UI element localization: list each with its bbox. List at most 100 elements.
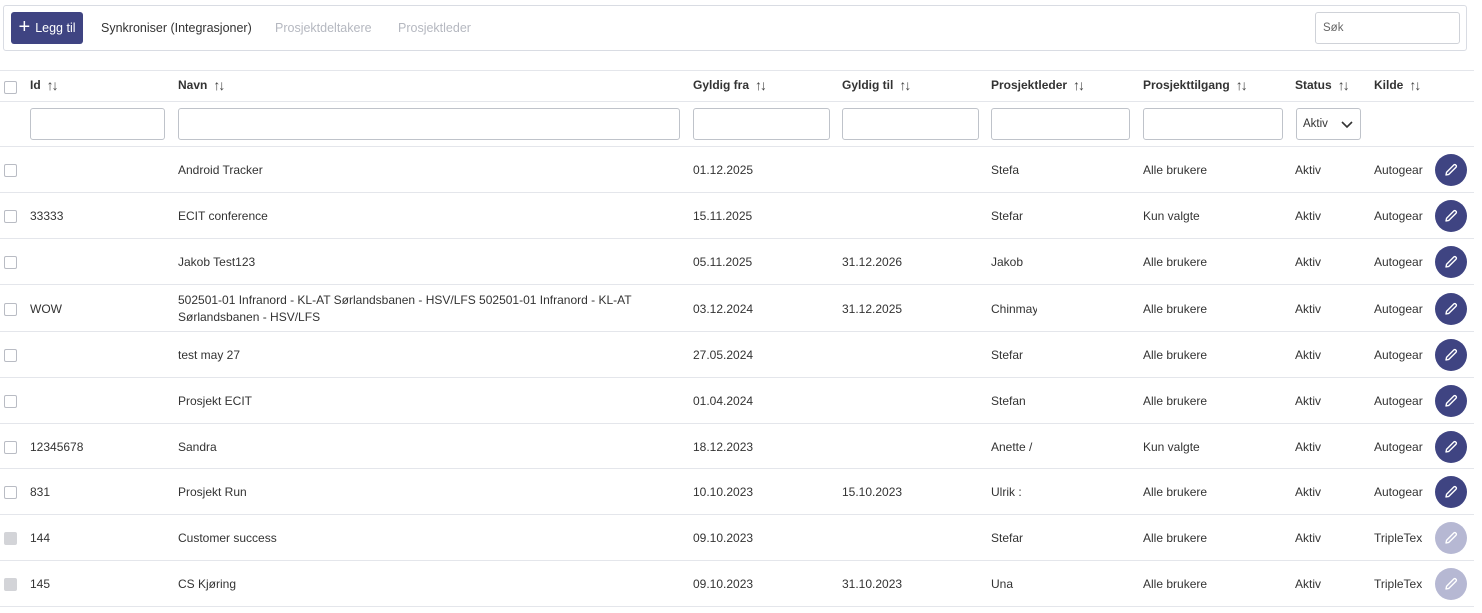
sort-icon[interactable]: ↑↓ [47,77,59,93]
column-header-label: Id [30,78,41,92]
row-checkbox[interactable] [4,532,17,545]
select-all-checkbox[interactable] [4,81,17,94]
cell-id: 12345678 [30,439,84,454]
cell-access: Alle brukere [1143,577,1208,591]
pencil-icon [1445,440,1458,453]
sort-icon[interactable]: ↑↓ [213,77,225,93]
search-input[interactable] [1315,12,1460,44]
table-row[interactable]: Android Tracker 01.12.2025 Stefa Alle bruke… [0,147,1474,193]
cell-source: Autogear [1374,394,1423,408]
pencil-icon [1445,531,1458,544]
edit-button[interactable] [1435,154,1467,186]
cell-name: Android Tracker [178,163,263,177]
edit-button[interactable] [1435,292,1467,325]
cell-valid-to: 31.12.2026 [842,255,903,269]
table-row[interactable]: test may 27 27.05.2024 Stefar Alle brukere A… [0,332,1474,378]
cell-leader: Stefar [991,209,1024,223]
cell-source: Autogear [1374,301,1423,316]
column-header-status[interactable]: Status ↑↓ [1295,77,1350,93]
row-checkbox[interactable] [4,395,17,408]
pencil-icon [1445,163,1458,176]
column-header-label: Status [1295,78,1332,92]
table-row[interactable]: Prosjekt ECIT 01.04.2024 Stefan Alle bruker… [0,378,1474,424]
column-header-leader[interactable]: Prosjektleder ↑↓ [991,77,1085,93]
filter-status-select[interactable]: Aktiv [1296,108,1361,140]
cell-access: Alle brukere [1143,531,1208,545]
table-row[interactable]: 831 Prosjekt Run 10.10.2023 15.10.2023 Ulrik… [0,469,1474,515]
cell-name: Prosjekt Run [178,485,247,499]
cell-valid-from: 01.04.2024 [693,394,754,408]
sort-icon[interactable]: ↑↓ [899,77,911,93]
cell-access: Alle brukere [1143,485,1208,499]
row-checkbox[interactable] [4,349,17,362]
row-checkbox[interactable] [4,164,17,177]
filter-leader-input[interactable] [991,108,1130,140]
filter-name-input[interactable] [178,108,680,140]
table-row[interactable]: 12345678 Sandra 18.12.2023 Anette / Kun valg… [0,424,1474,469]
filter-id-input[interactable] [30,108,165,140]
cell-name: ECIT conference [178,209,268,223]
sort-icon[interactable]: ↑↓ [755,77,767,93]
column-header-label: Kilde [1374,78,1404,92]
cell-status: Aktiv [1295,394,1322,408]
divider [0,606,1474,607]
cell-valid-from: 18.12.2023 [693,439,754,454]
edit-button[interactable] [1435,568,1467,600]
row-checkbox[interactable] [4,256,17,269]
project-leader-button[interactable]: Prosjektleder [398,21,471,35]
filter-access-input[interactable] [1143,108,1283,140]
sort-icon[interactable]: ↑↓ [1236,77,1248,93]
cell-id: WOW [30,301,62,316]
column-header-name[interactable]: Navn ↑↓ [178,77,225,93]
filter-valid-to-input[interactable] [842,108,979,140]
column-header-access[interactable]: Prosjekttilgang ↑↓ [1143,77,1248,93]
cell-valid-from: 01.12.2025 [693,163,754,177]
add-button[interactable]: + Legg til [11,12,83,44]
cell-valid-from: 27.05.2024 [693,348,754,362]
column-header-label: Gyldig fra [693,78,750,92]
table-row[interactable]: 144 Customer success 09.10.2023 Stefar Alle … [0,515,1474,561]
table-row[interactable]: Jakob Test123 05.11.2025 31.12.2026 Jakob Al… [0,239,1474,285]
filter-valid-from-input[interactable] [693,108,830,140]
divider [0,70,1474,71]
row-checkbox[interactable] [4,210,17,223]
table-row[interactable]: 145 CS Kjøring 09.10.2023 31.10.2023 Una Alle… [0,561,1474,607]
cell-valid-from: 15.11.2025 [693,209,753,223]
row-checkbox[interactable] [4,302,17,316]
table-row[interactable]: 33333 ECIT conference 15.11.2025 Stefar Kun … [0,193,1474,239]
edit-button[interactable] [1435,200,1467,232]
cell-leader: Chinmay [991,301,1037,316]
cell-name: test may 27 [178,348,241,362]
row-checkbox[interactable] [4,578,17,591]
edit-button[interactable] [1435,430,1467,463]
column-header-valid-from[interactable]: Gyldig fra ↑↓ [693,77,767,93]
cell-valid-from: 09.10.2023 [693,531,754,545]
sort-icon[interactable]: ↑↓ [1073,77,1085,93]
cell-source: Autogear [1374,439,1423,454]
sync-integrations-button[interactable]: Synkroniser (Integrasjoner) [101,21,252,35]
column-header-id[interactable]: Id ↑↓ [30,77,59,93]
edit-button[interactable] [1435,522,1467,554]
cell-valid-from: 03.12.2024 [693,301,754,316]
project-participants-button[interactable]: Prosjektdeltakere [275,21,372,35]
cell-leader: Stefan [991,394,1026,408]
cell-leader: Stefar [991,348,1024,362]
cell-status: Aktiv [1295,348,1322,362]
edit-button[interactable] [1435,476,1467,508]
divider [0,101,1474,102]
column-header-label: Prosjekttilgang [1143,78,1230,92]
column-header-source[interactable]: Kilde ↑↓ [1374,77,1421,93]
cell-valid-to: 31.10.2023 [842,577,903,591]
edit-button[interactable] [1435,246,1467,278]
table-row[interactable]: WOW 502501-01 Infranord - KL-AT Sørlandsb… [0,285,1474,332]
cell-status: Aktiv [1295,531,1322,545]
row-checkbox[interactable] [4,486,17,499]
pencil-icon [1445,302,1458,315]
edit-button[interactable] [1435,385,1467,417]
column-header-label: Gyldig til [842,78,894,92]
column-header-valid-to[interactable]: Gyldig til ↑↓ [842,77,911,93]
sort-icon[interactable]: ↑↓ [1338,77,1350,93]
sort-icon[interactable]: ↑↓ [1409,77,1421,93]
edit-button[interactable] [1435,339,1467,371]
row-checkbox[interactable] [4,440,17,454]
